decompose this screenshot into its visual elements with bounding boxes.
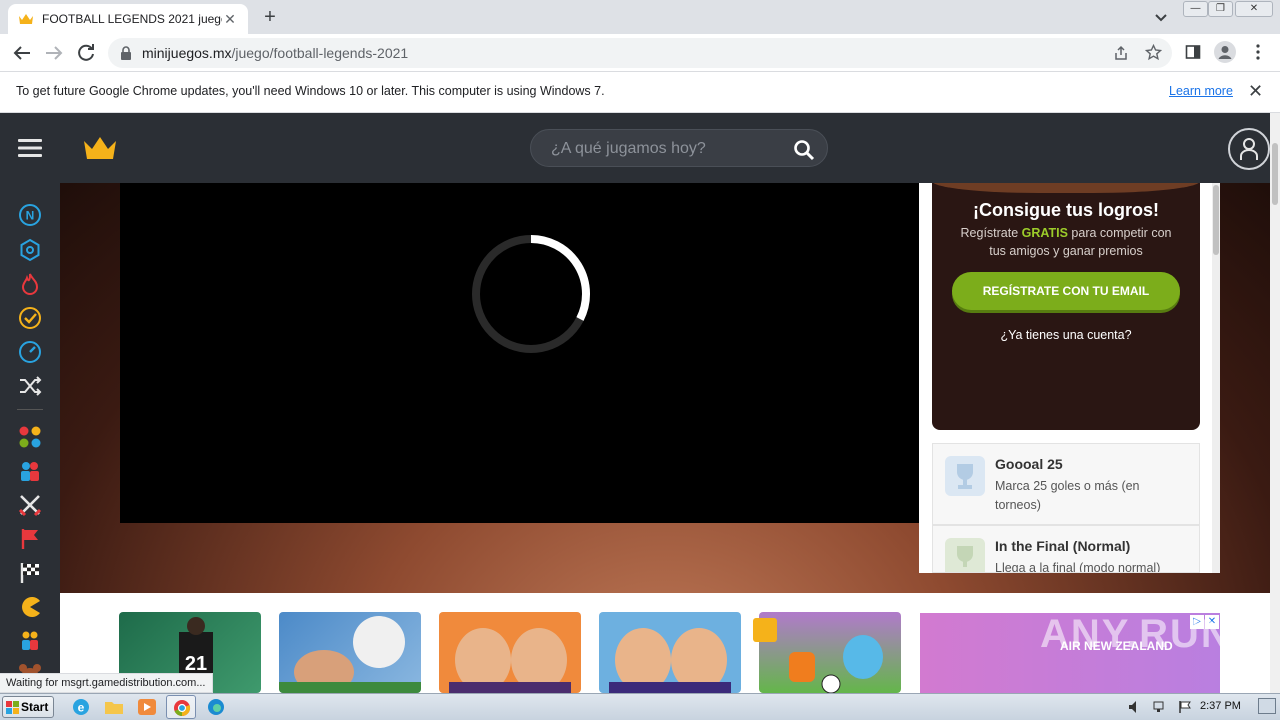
- categories-icon[interactable]: [18, 425, 42, 449]
- search-placeholder: ¿A qué jugamos hoy?: [551, 140, 706, 157]
- loading-spinner-icon: [472, 235, 590, 353]
- achievement-desc: Marca 25 goles o más (en torneos): [995, 479, 1140, 512]
- achievement-title: In the Final (Normal): [995, 538, 1131, 554]
- featured-badge-icon: [753, 618, 777, 642]
- crown-favicon-icon: [19, 14, 33, 24]
- kids-icon[interactable]: [18, 629, 42, 653]
- tab-strip: FOOTBALL LEGENDS 2021 juego gra ✕ + — ❐ …: [0, 0, 1280, 34]
- register-email-button[interactable]: REGÍSTRATE CON TU EMAIL: [952, 272, 1180, 310]
- pacman-icon[interactable]: [18, 595, 42, 619]
- lock-icon[interactable]: [120, 46, 132, 60]
- trophy-icon: [945, 456, 985, 496]
- promo-sub-prefix: Regístrate: [960, 226, 1022, 240]
- ie-icon[interactable]: e: [70, 697, 92, 717]
- page-scrollbar[interactable]: [1270, 113, 1280, 693]
- game-thumbnail[interactable]: [279, 612, 421, 693]
- side-panel-icon[interactable]: [1185, 44, 1201, 60]
- action-center-flag-icon[interactable]: [1178, 700, 1192, 714]
- promo-sub-highlight: GRATIS: [1021, 226, 1068, 240]
- search-icon[interactable]: [793, 139, 815, 161]
- url-text: minijuegos.mx/juego/football-legends-202…: [142, 45, 408, 61]
- tab-search-chevron-icon[interactable]: [1150, 6, 1172, 28]
- back-icon[interactable]: [10, 41, 34, 65]
- close-window-button[interactable]: ✕: [1235, 1, 1273, 17]
- tab-close-icon[interactable]: ✕: [222, 11, 238, 28]
- reload-icon[interactable]: [74, 41, 98, 65]
- start-label: Start: [21, 700, 49, 714]
- flag-icon[interactable]: [18, 527, 42, 551]
- start-button[interactable]: Start: [2, 696, 54, 718]
- learn-more-link[interactable]: Learn more: [1169, 84, 1233, 98]
- chrome-menu-icon[interactable]: [1250, 43, 1266, 61]
- game-thumbnail[interactable]: [759, 612, 901, 693]
- windows-logo-icon: [6, 701, 19, 714]
- achievement-item[interactable]: In the Final (Normal) Llega a la final (…: [932, 525, 1200, 573]
- svg-text:21: 21: [185, 653, 207, 675]
- explorer-folder-icon[interactable]: [103, 697, 125, 717]
- achievements-promo: ¡Consigue tus logros! Regístrate GRATIS …: [932, 183, 1200, 430]
- taskbar-chrome-active[interactable]: [166, 695, 196, 719]
- sidebar-divider: [17, 409, 43, 410]
- panel-scrollbar-thumb[interactable]: [1213, 185, 1219, 255]
- svg-text:N: N: [26, 209, 35, 223]
- speed-icon[interactable]: [18, 340, 42, 364]
- volume-icon[interactable]: [1128, 700, 1142, 714]
- user-icon: [1240, 138, 1258, 160]
- category-sidebar: N: [0, 183, 60, 693]
- check-icon[interactable]: [18, 306, 42, 330]
- explore-icon[interactable]: [18, 238, 42, 262]
- tab-title: FOOTBALL LEGENDS 2021 juego gra: [42, 12, 222, 26]
- crown-logo-icon[interactable]: [82, 135, 118, 161]
- site-header: ¿A qué jugamos hoy?: [0, 113, 1270, 183]
- infobar-message: To get future Google Chrome updates, you…: [16, 84, 605, 98]
- windows-taskbar: Start e 2:37 PM: [0, 693, 1280, 720]
- promo-subtitle: Regístrate GRATIS para competir con tus …: [952, 224, 1180, 260]
- hot-icon[interactable]: [18, 272, 42, 296]
- edge-icon[interactable]: [205, 697, 227, 717]
- promo-decoration: [932, 183, 1200, 193]
- url-host: minijuegos.mx: [142, 45, 232, 61]
- new-tab-button[interactable]: +: [258, 5, 282, 29]
- forward-icon[interactable]: [42, 41, 66, 65]
- taskbar-clock[interactable]: 2:37 PM: [1200, 700, 1241, 712]
- game-thumbnail[interactable]: [599, 612, 741, 693]
- new-icon[interactable]: N: [18, 203, 42, 227]
- watermark: ANY.RUN: [1040, 612, 1232, 656]
- panel-scrollbar[interactable]: [1212, 183, 1220, 573]
- page-scrollbar-thumb[interactable]: [1272, 143, 1278, 205]
- achievement-title: Goooal 25: [995, 456, 1063, 472]
- share-icon[interactable]: [1113, 45, 1129, 61]
- minimize-button[interactable]: —: [1183, 1, 1208, 17]
- achievement-desc: Llega a la final (modo normal): [995, 561, 1161, 573]
- update-infobar: To get future Google Chrome updates, you…: [0, 72, 1280, 113]
- achievement-item[interactable]: Goooal 25 Marca 25 goles o más (en torne…: [932, 443, 1200, 525]
- browser-toolbar: minijuegos.mx/juego/football-legends-202…: [0, 34, 1280, 72]
- search-box[interactable]: ¿A qué jugamos hoy?: [530, 129, 828, 167]
- hamburger-menu-icon[interactable]: [18, 137, 42, 159]
- media-player-icon[interactable]: [136, 697, 158, 717]
- action-swords-icon[interactable]: [18, 493, 42, 517]
- restore-button[interactable]: ❐: [1208, 1, 1233, 17]
- bookmark-star-icon[interactable]: [1145, 44, 1162, 61]
- address-bar[interactable]: minijuegos.mx/juego/football-legends-202…: [108, 38, 1172, 68]
- shuffle-icon[interactable]: [18, 374, 42, 398]
- infobar-close-icon[interactable]: ✕: [1248, 81, 1263, 102]
- svg-text:e: e: [78, 701, 85, 715]
- chrome-icon: [174, 700, 191, 717]
- status-bubble: Waiting for msgrt.gamedistribution.com..…: [0, 673, 213, 693]
- racing-flag-icon[interactable]: [18, 561, 42, 585]
- profile-avatar-icon[interactable]: [1214, 41, 1236, 63]
- tab-active[interactable]: FOOTBALL LEGENDS 2021 juego gra ✕: [8, 4, 248, 34]
- show-desktop-button[interactable]: [1258, 698, 1276, 714]
- multiplayer-icon[interactable]: [18, 459, 42, 483]
- network-icon[interactable]: [1153, 700, 1167, 714]
- login-link[interactable]: ¿Ya tienes una cuenta?: [932, 328, 1200, 342]
- game-thumbnail[interactable]: [439, 612, 581, 693]
- trophy-icon: [945, 538, 985, 572]
- user-account-button[interactable]: [1228, 128, 1270, 170]
- url-path: /juego/football-legends-2021: [231, 45, 409, 61]
- promo-title: ¡Consigue tus logros!: [973, 200, 1159, 220]
